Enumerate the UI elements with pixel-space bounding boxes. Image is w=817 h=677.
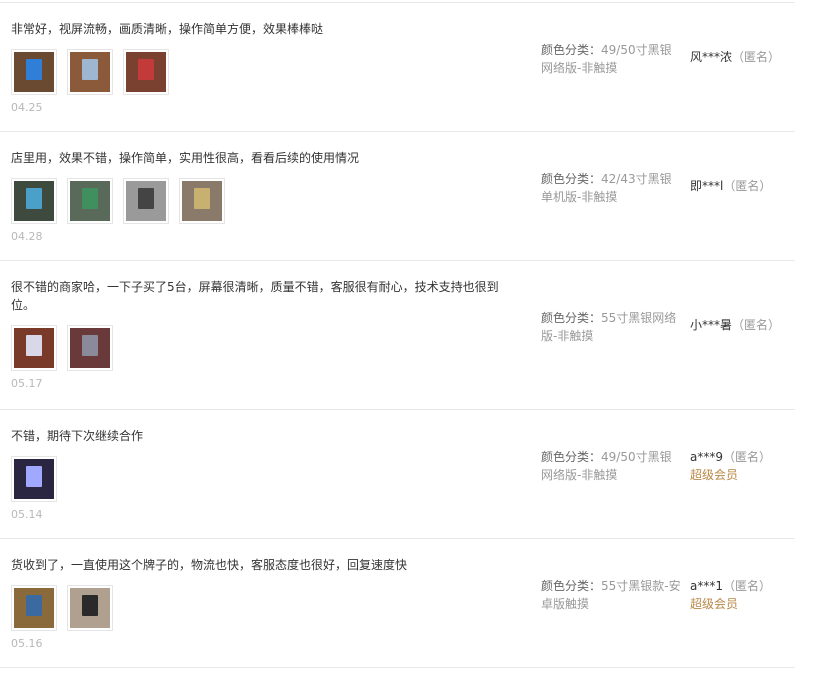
- review-item: 非常好，视屏流畅，画质清晰，操作简单方便，效果棒棒哒 04.25 颜色分类：49/5…: [0, 3, 795, 132]
- sku-info: 颜色分类：49/50寸黑银网络版-非触摸: [541, 41, 681, 77]
- reviewer: 小***暑（匿名）: [690, 316, 795, 334]
- review-photo-thumbnail[interactable]: [67, 178, 113, 224]
- vip-badge: 超级会员: [690, 597, 739, 611]
- review-content: 很不错的商家哈，一下子买了5台，屏幕很清晰，质量不错，客服很有耐心，技术支持也很…: [11, 278, 511, 391]
- review-list: 非常好，视屏流畅，画质清晰，操作简单方便，效果棒棒哒 04.25 颜色分类：49/5…: [0, 3, 795, 668]
- reviewer: a***9（匿名） 超级会员: [690, 448, 795, 484]
- reviewer-name: 风***浓: [690, 50, 733, 64]
- review-date: 04.25: [11, 101, 43, 114]
- review-text: 店里用，效果不错，操作简单，实用性很高，看看后续的使用情况: [11, 151, 360, 165]
- review-photo-thumbnail[interactable]: [123, 178, 169, 224]
- review-content: 不错，期待下次继续合作 05.14: [11, 427, 511, 522]
- anonymous-tag: （匿名）: [732, 50, 781, 64]
- sku-label: 颜色分类：: [541, 450, 602, 464]
- review-photo-thumbnail[interactable]: [67, 585, 113, 631]
- sku-info: 颜色分类：55寸黑银款-安卓版触摸: [541, 577, 681, 613]
- sku-label: 颜色分类：: [541, 172, 602, 186]
- review-text: 不错，期待下次继续合作: [11, 429, 144, 443]
- review-photo-thumbnail[interactable]: [11, 49, 57, 95]
- sku-info: 颜色分类：49/50寸黑银网络版-非触摸: [541, 448, 681, 484]
- review-photos: [11, 456, 511, 502]
- sku-label: 颜色分类：: [541, 311, 602, 325]
- sku-label: 颜色分类：: [541, 579, 602, 593]
- review-photo-thumbnail[interactable]: [11, 585, 57, 631]
- reviewer-name: a***1: [690, 579, 723, 593]
- review-item: 不错，期待下次继续合作 05.14 颜色分类：49/50寸黑银网络版-非触摸 a***…: [0, 410, 795, 539]
- review-photo-thumbnail[interactable]: [11, 456, 57, 502]
- reviewer-name: 即***l: [690, 179, 724, 193]
- review-photos: [11, 178, 511, 224]
- sku-label: 颜色分类：: [541, 43, 602, 57]
- review-text: 很不错的商家哈，一下子买了5台，屏幕很清晰，质量不错，客服很有耐心，技术支持也很…: [11, 280, 499, 312]
- review-text: 非常好，视屏流畅，画质清晰，操作简单方便，效果棒棒哒: [11, 22, 324, 36]
- review-date: 05.16: [11, 637, 43, 650]
- review-photo-thumbnail[interactable]: [67, 49, 113, 95]
- review-content: 店里用，效果不错，操作简单，实用性很高，看看后续的使用情况 04.28: [11, 149, 511, 244]
- vip-badge: 超级会员: [690, 468, 739, 482]
- review-item: 货收到了，一直使用这个牌子的，物流也快，客服态度也很好，回复速度快 05.16 颜色…: [0, 539, 795, 668]
- review-text: 货收到了，一直使用这个牌子的，物流也快，客服态度也很好，回复速度快: [11, 558, 408, 572]
- review-item: 很不错的商家哈，一下子买了5台，屏幕很清晰，质量不错，客服很有耐心，技术支持也很…: [0, 261, 795, 410]
- anonymous-tag: （匿名）: [723, 450, 772, 464]
- sku-info: 颜色分类：42/43寸黑银单机版-非触摸: [541, 170, 681, 206]
- reviewer: 即***l（匿名）: [690, 177, 795, 195]
- reviewer-name: a***9: [690, 450, 723, 464]
- review-photos: [11, 49, 511, 95]
- review-photos: [11, 325, 511, 371]
- review-photos: [11, 585, 511, 631]
- sku-info: 颜色分类：55寸黑银网络版-非触摸: [541, 309, 681, 345]
- review-photo-thumbnail[interactable]: [11, 178, 57, 224]
- review-photo-thumbnail[interactable]: [11, 325, 57, 371]
- anonymous-tag: （匿名）: [732, 318, 781, 332]
- anonymous-tag: （匿名）: [723, 579, 772, 593]
- review-photo-thumbnail[interactable]: [67, 325, 113, 371]
- review-photo-thumbnail[interactable]: [179, 178, 225, 224]
- review-date: 05.17: [11, 377, 43, 390]
- reviewer-name: 小***暑: [690, 318, 733, 332]
- reviewer: 风***浓（匿名）: [690, 48, 795, 66]
- review-content: 非常好，视屏流畅，画质清晰，操作简单方便，效果棒棒哒 04.25: [11, 20, 511, 115]
- review-content: 货收到了，一直使用这个牌子的，物流也快，客服态度也很好，回复速度快 05.16: [11, 556, 511, 651]
- review-photo-thumbnail[interactable]: [123, 49, 169, 95]
- reviewer: a***1（匿名） 超级会员: [690, 577, 795, 613]
- anonymous-tag: （匿名）: [723, 179, 772, 193]
- review-item: 店里用，效果不错，操作简单，实用性很高，看看后续的使用情况 04.28 颜色分类：4…: [0, 132, 795, 261]
- review-date: 04.28: [11, 230, 43, 243]
- review-date: 05.14: [11, 508, 43, 521]
